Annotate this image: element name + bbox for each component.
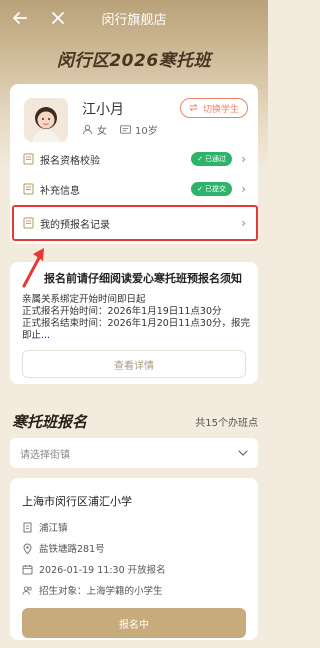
- document-icon: [22, 153, 34, 165]
- student-gender: 女: [82, 122, 107, 137]
- switch-student-label: 切换学生: [202, 104, 239, 115]
- nav-title: 闵行旗舰店: [101, 12, 167, 28]
- status-label: 已提交: [205, 185, 226, 193]
- close-icon[interactable]: [48, 8, 68, 28]
- nav-bar: 闵行旗舰店: [0, 0, 268, 36]
- person-icon: [82, 124, 93, 135]
- status-badge: ✓ 已通过: [191, 152, 232, 166]
- school-card[interactable]: 上海市闵行区浦汇小学 浦江镇 盐铁塘路281号 2026-01-19 11:30…: [10, 478, 258, 640]
- menu-item-label: 报名资格校验: [40, 155, 100, 167]
- chevron-down-icon: [238, 448, 248, 459]
- student-name: 江小月: [82, 102, 124, 118]
- location-pin-icon: [22, 543, 33, 554]
- school-town-row: 浦江镇: [22, 520, 68, 534]
- student-age: 10岁: [120, 122, 158, 137]
- status-label: 已通过: [205, 155, 226, 163]
- people-icon: [22, 585, 33, 596]
- status-badge: ✓ 已提交: [191, 182, 232, 196]
- calendar-icon: [22, 564, 33, 575]
- view-details-button[interactable]: 查看详情: [22, 350, 246, 378]
- avatar: [24, 98, 68, 142]
- street-select-placeholder: 请选择街镇: [20, 449, 70, 461]
- check-circle-icon: ✓: [197, 155, 203, 163]
- school-address-row: 盐铁塘路281号: [22, 541, 105, 555]
- age-label: 10岁: [135, 126, 158, 137]
- arrow-left-icon[interactable]: [10, 8, 30, 28]
- school-target-row: 招生对象：上海学籍的小学生: [22, 583, 163, 597]
- menu-item-eligibility[interactable]: 报名资格校验 ✓ 已通过 ›: [22, 145, 246, 173]
- gender-label: 女: [97, 126, 107, 137]
- notice-line: 正式报名开始时间：2026年1月19日11点30分: [22, 306, 222, 317]
- notice-body: 亲属关系绑定开始时间即日起 正式报名开始时间：2026年1月19日11点30分 …: [22, 294, 250, 342]
- chevron-right-icon: ›: [241, 152, 246, 166]
- school-address: 盐铁塘路281号: [39, 544, 105, 555]
- building-icon: [22, 522, 33, 533]
- school-open-time-row: 2026-01-19 11:30 开放报名: [22, 562, 166, 576]
- notice-line: 亲属关系绑定开始时间即日起: [22, 294, 146, 305]
- highlight-box: [12, 205, 258, 241]
- red-arrow-annotation: [22, 248, 44, 288]
- school-town: 浦江镇: [39, 523, 68, 534]
- check-circle-icon: ✓: [197, 185, 203, 193]
- signup-button[interactable]: 报名中: [22, 608, 246, 638]
- school-name: 上海市闵行区浦汇小学: [22, 495, 132, 508]
- swap-icon: [189, 103, 200, 114]
- notice-line: 即止...: [22, 330, 51, 341]
- chevron-right-icon: ›: [241, 182, 246, 196]
- switch-student-button[interactable]: 切换学生: [179, 98, 248, 118]
- document-icon: [22, 183, 34, 195]
- id-card-icon: [120, 124, 131, 135]
- banner-title: 闵行区2026寒托班: [56, 51, 212, 71]
- school-target: 招生对象：上海学籍的小学生: [39, 586, 163, 597]
- menu-item-label: 补充信息: [40, 185, 80, 197]
- section-title: 寒托班报名: [12, 413, 88, 431]
- street-select-dropdown[interactable]: 请选择街镇: [10, 438, 258, 468]
- section-count: 共15个办班点: [195, 418, 258, 429]
- notice-line: 正式报名结束时间：2026年1月20日11点30分，报完: [22, 318, 250, 329]
- school-open-time: 2026-01-19 11:30 开放报名: [39, 565, 166, 576]
- menu-item-supplement-info[interactable]: 补充信息 ✓ 已提交 ›: [22, 175, 246, 203]
